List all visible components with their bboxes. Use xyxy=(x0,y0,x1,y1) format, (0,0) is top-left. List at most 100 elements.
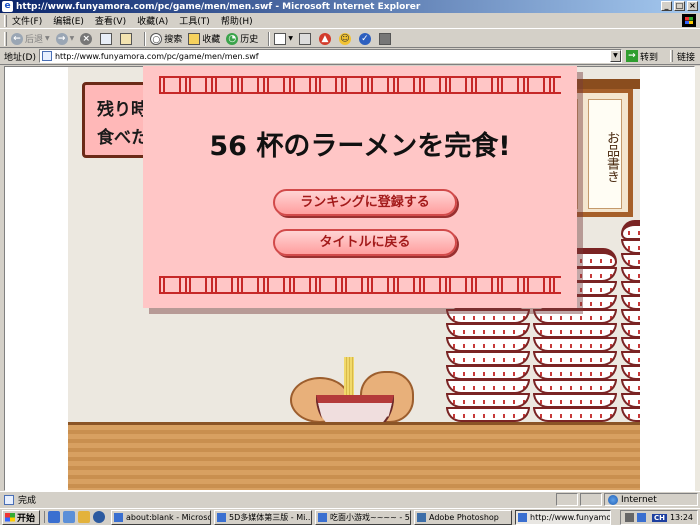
favorites-button[interactable]: 收藏 xyxy=(188,32,220,45)
task-label: Adobe Photoshop xyxy=(429,512,499,522)
empty-bowl xyxy=(621,393,640,408)
empty-bowl xyxy=(621,379,640,394)
task-noodle-game[interactable]: 吃面小游戏~~~~ - 5D... xyxy=(315,509,411,525)
status-bar: 完成 Internet xyxy=(0,491,700,507)
start-label: 开始 xyxy=(17,513,36,524)
menu-bar: 文件(F) 编辑(E) 查看(V) 收藏(A) 工具(T) 帮助(H) xyxy=(0,13,700,29)
mail-icon xyxy=(274,32,287,45)
scrollbar[interactable] xyxy=(695,66,700,491)
task-label: http://www.funyamor... xyxy=(530,512,611,522)
ie-quicklaunch-icon[interactable] xyxy=(48,511,60,523)
addon-button-4[interactable] xyxy=(378,32,393,45)
security-zone: Internet xyxy=(604,493,698,506)
empty-bowl xyxy=(533,379,617,394)
clock[interactable]: 13:24 xyxy=(670,513,693,522)
task-about-blank[interactable]: about:blank - Microsof... xyxy=(111,509,211,525)
empty-bowl xyxy=(446,365,530,380)
links-toolbar[interactable]: 链接 xyxy=(669,50,695,63)
smiley-icon: ☺ xyxy=(338,32,351,45)
address-dropdown-icon[interactable]: ▼ xyxy=(609,50,621,62)
menu-help[interactable]: 帮助(H) xyxy=(221,14,253,27)
print-button[interactable] xyxy=(298,32,313,45)
back-dropdown-icon[interactable]: ▼ xyxy=(45,35,50,42)
status-pane xyxy=(580,493,602,506)
address-input[interactable]: http://www.funyamora.com/pc/game/men/men… xyxy=(38,49,622,63)
history-icon: ◔ xyxy=(226,32,239,45)
go-button[interactable]: → 转到 xyxy=(625,50,658,63)
refresh-button[interactable] xyxy=(100,32,114,45)
empty-bowl xyxy=(621,323,640,338)
search-button[interactable]: ○ 搜索 xyxy=(150,32,182,45)
history-label: 历史 xyxy=(240,35,259,45)
task-5d-multimedia[interactable]: 5D多媒体第三版 - Mi... xyxy=(214,509,312,525)
discuss-icon xyxy=(378,32,391,45)
empty-bowl xyxy=(533,393,617,408)
addon-button-3[interactable]: ✓ xyxy=(358,32,373,45)
ime-indicator[interactable]: CH xyxy=(651,513,667,522)
ie-task-icon xyxy=(318,512,327,522)
network-icon[interactable] xyxy=(636,513,646,522)
toolbar-grip[interactable] xyxy=(4,31,7,46)
menu-grip[interactable] xyxy=(4,14,7,27)
search-label: 搜索 xyxy=(164,35,183,45)
empty-bowl xyxy=(446,393,530,408)
toolbar-separator-2 xyxy=(268,31,271,46)
close-button[interactable]: × xyxy=(687,1,698,11)
forward-dropdown-icon[interactable]: ▼ xyxy=(70,35,75,42)
back-button[interactable]: ← 后退 ▼ xyxy=(11,32,50,45)
status-text-area: 完成 xyxy=(4,493,556,506)
outlook-quicklaunch-icon[interactable] xyxy=(78,511,90,523)
menu-file[interactable]: 文件(F) xyxy=(12,14,42,27)
register-ranking-button[interactable]: ランキングに登録する xyxy=(273,189,457,216)
links-grip[interactable] xyxy=(669,50,673,62)
go-arrow-icon: → xyxy=(625,50,638,62)
task-label: 吃面小游戏~~~~ - 5D... xyxy=(330,512,410,522)
address-label: 地址(D) xyxy=(4,52,36,63)
task-photoshop[interactable]: Adobe Photoshop xyxy=(414,509,512,525)
forward-arrow-icon: → xyxy=(55,32,68,45)
media-quicklaunch-icon[interactable] xyxy=(93,511,105,523)
address-url[interactable]: http://www.funyamora.com/pc/game/men/men… xyxy=(55,52,259,61)
mail-button[interactable]: ▼ xyxy=(274,32,293,45)
menu-tools[interactable]: 工具(T) xyxy=(179,14,210,27)
back-to-title-button[interactable]: タイトルに戻る xyxy=(273,229,457,256)
desktop-quicklaunch-icon[interactable] xyxy=(63,511,75,523)
home-button[interactable] xyxy=(120,32,134,45)
status-text: 完成 xyxy=(18,496,37,506)
go-label: 转到 xyxy=(639,52,658,63)
task-funyamora[interactable]: http://www.funyamor... xyxy=(515,509,611,525)
addon-red-icon: ▲ xyxy=(318,32,331,45)
addon-button-1[interactable]: ▲ xyxy=(318,32,333,45)
empty-bowl xyxy=(621,267,640,282)
empty-bowl xyxy=(446,407,530,422)
print-icon xyxy=(298,32,311,45)
menu-view[interactable]: 查看(V) xyxy=(95,14,126,27)
empty-bowl xyxy=(621,337,640,352)
internet-globe-icon xyxy=(608,494,618,505)
empty-bowl xyxy=(621,365,640,380)
history-button[interactable]: ◔ 历史 xyxy=(226,32,258,45)
maximize-button[interactable]: □ xyxy=(674,1,685,11)
empty-bowl xyxy=(621,281,640,296)
ie-task-icon xyxy=(518,512,527,522)
stop-icon: × xyxy=(80,32,93,45)
minimize-button[interactable]: _ xyxy=(661,1,672,11)
stop-button[interactable]: × xyxy=(80,32,94,45)
menu-favorites[interactable]: 收藏(A) xyxy=(137,14,168,27)
forward-button[interactable]: → ▼ xyxy=(55,32,75,45)
taskbar: 开始 about:blank - Microsof... 5D多媒体第三版 - … xyxy=(0,508,700,525)
empty-bowl xyxy=(621,239,640,254)
empty-bowl xyxy=(621,407,640,422)
start-button[interactable]: 开始 xyxy=(2,509,40,525)
menu-edit[interactable]: 编辑(E) xyxy=(53,14,84,27)
windows-logo-icon xyxy=(682,14,696,27)
mail-dropdown-icon[interactable]: ▼ xyxy=(288,35,293,42)
volume-icon[interactable] xyxy=(624,513,634,522)
toolbar-separator xyxy=(144,31,147,46)
ie-task-icon xyxy=(217,512,226,522)
addon-button-2[interactable]: ☺ xyxy=(338,32,353,45)
wooden-counter xyxy=(68,422,640,490)
bowl-stack-3 xyxy=(621,220,640,422)
links-label: 链接 xyxy=(676,52,695,63)
favorites-label: 收藏 xyxy=(202,35,221,45)
